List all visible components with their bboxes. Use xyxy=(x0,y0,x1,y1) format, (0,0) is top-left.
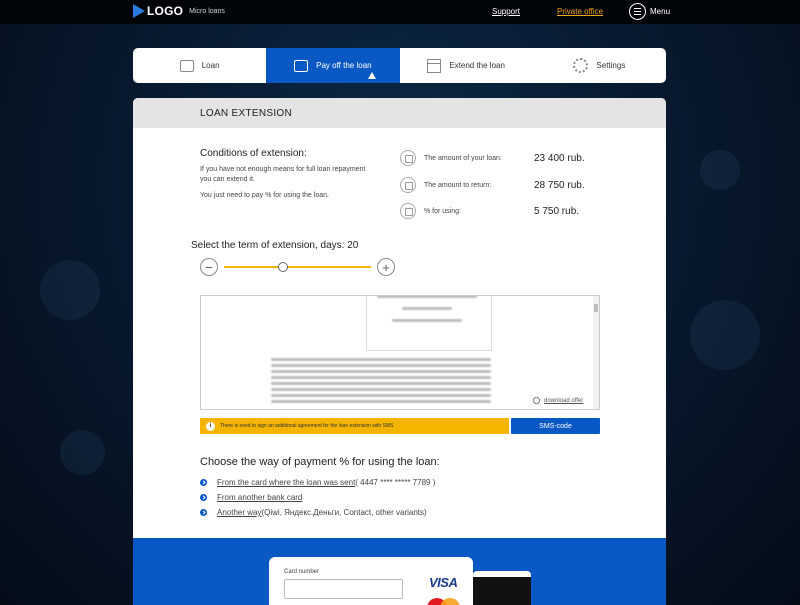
sms-code-button[interactable]: SMS-code xyxy=(511,418,600,434)
background-bokeh xyxy=(700,150,740,190)
tab-loan[interactable]: Loan xyxy=(133,48,266,83)
payment-option: From another bank card xyxy=(200,493,302,502)
amount-label: The amount of your loan: xyxy=(424,154,502,162)
tab-extend-the-loan[interactable]: Extend the loan xyxy=(400,48,533,83)
tab-label: Settings xyxy=(596,61,626,70)
mastercard-logo xyxy=(427,598,461,605)
amount-label: The amount to return: xyxy=(424,181,492,189)
card-number-label: Card number xyxy=(284,569,320,575)
document-icon xyxy=(400,177,416,193)
plus-icon: + xyxy=(382,259,390,275)
calendar-icon xyxy=(427,58,442,73)
conditions-text-2: You just need to pay % for using the loa… xyxy=(200,192,329,199)
background-bokeh xyxy=(40,260,100,320)
amount-row-return: The amount to return: 28 750 rub. xyxy=(400,177,585,193)
amount-value: 23 400 rub. xyxy=(534,152,585,164)
support-link[interactable]: Support xyxy=(492,7,520,16)
tab-label: Pay off the loan xyxy=(316,61,372,70)
wallet-icon xyxy=(294,59,309,72)
tab-pay-off-the-loan[interactable]: Pay off the loan xyxy=(266,48,400,83)
card-payment-section: Card number VISA xyxy=(133,538,666,605)
payment-option-link[interactable]: Another way xyxy=(217,508,261,517)
amount-label: % for using: xyxy=(424,207,461,215)
amount-row-loan: The amount of your loan: 23 400 rub. xyxy=(400,150,585,166)
document-icon xyxy=(400,150,416,166)
loan-extension-panel: LOAN EXTENSION Conditions of extension: … xyxy=(133,98,666,538)
card-back-image xyxy=(473,571,531,605)
hamburger-icon xyxy=(629,3,646,20)
minus-icon: − xyxy=(205,259,213,275)
visa-logo: VISA xyxy=(429,575,458,590)
tab-settings[interactable]: Settings xyxy=(533,48,666,83)
info-icon: i xyxy=(206,421,215,431)
chevron-right-icon xyxy=(200,509,207,516)
gear-icon xyxy=(573,58,589,73)
days-slider-track[interactable] xyxy=(224,266,371,268)
payment-option: Another way (Qiwi, Яндекс.Деньги, Contac… xyxy=(200,508,427,517)
paperclip-icon xyxy=(531,395,542,406)
tab-label: Extend the loan xyxy=(449,61,505,70)
download-offer-link[interactable]: download offer xyxy=(531,395,584,406)
payment-title: Choose the way of payment % for using th… xyxy=(200,456,440,468)
payment-option-extra: (Qiwi, Яндекс.Деньги, Contact, other var… xyxy=(261,508,427,517)
menu-label: Menu xyxy=(650,7,671,16)
tab-label: Loan xyxy=(201,61,220,70)
document-scrollbar[interactable] xyxy=(593,296,599,409)
amount-value: 5 750 rub. xyxy=(534,205,580,217)
increase-days-button[interactable]: + xyxy=(377,258,395,276)
logo-subtitle: Micro loans xyxy=(189,7,225,15)
card-number-input[interactable] xyxy=(284,579,403,599)
payment-option-link[interactable]: From the card where the loan was sent xyxy=(217,478,355,487)
background-bokeh xyxy=(60,430,105,475)
mouse-cursor-icon xyxy=(368,72,376,79)
payment-option-extra: ( 4447 **** ***** 7789 ) xyxy=(355,478,436,487)
wallet-icon xyxy=(179,59,194,72)
payment-option: From the card where the loan was sent ( … xyxy=(200,478,435,487)
document-icon xyxy=(400,203,416,219)
document-stamp-box xyxy=(366,296,492,351)
conditions-title: Conditions of extension: xyxy=(200,148,307,159)
payment-option-link[interactable]: From another bank card xyxy=(217,493,302,502)
decrease-days-button[interactable]: − xyxy=(200,258,218,276)
conditions-text: If you have not enough means for full lo… xyxy=(200,166,366,183)
days-slider-handle[interactable] xyxy=(277,262,288,272)
sms-notice-text: There is need to sign an additional agre… xyxy=(220,423,394,429)
chevron-right-icon xyxy=(200,479,207,486)
tab-bar: Loan Pay off the loan Extend the loan Se… xyxy=(133,48,666,83)
chevron-right-icon xyxy=(200,494,207,501)
agreement-document-viewer[interactable]: download offer xyxy=(200,295,600,410)
logo-icon xyxy=(133,4,145,18)
menu-button[interactable]: Menu xyxy=(629,3,670,20)
logo-text: LOGO xyxy=(147,4,184,18)
panel-title: LOAN EXTENSION xyxy=(133,98,666,128)
sms-notice-bar: i There is need to sign an additional ag… xyxy=(200,418,509,434)
amount-row-interest: % for using: 5 750 rub. xyxy=(400,203,579,219)
download-offer-label: download offer xyxy=(544,397,584,404)
logo[interactable]: LOGO Micro loans xyxy=(133,4,225,18)
amount-value: 28 750 rub. xyxy=(534,179,585,191)
private-office-link[interactable]: Private office xyxy=(557,7,603,16)
term-label: Select the term of extension, days: 20 xyxy=(191,240,359,251)
card-front-form: Card number VISA xyxy=(269,557,473,605)
top-bar: LOGO Micro loans Support Private office … xyxy=(0,0,800,24)
background-bokeh xyxy=(690,300,760,370)
